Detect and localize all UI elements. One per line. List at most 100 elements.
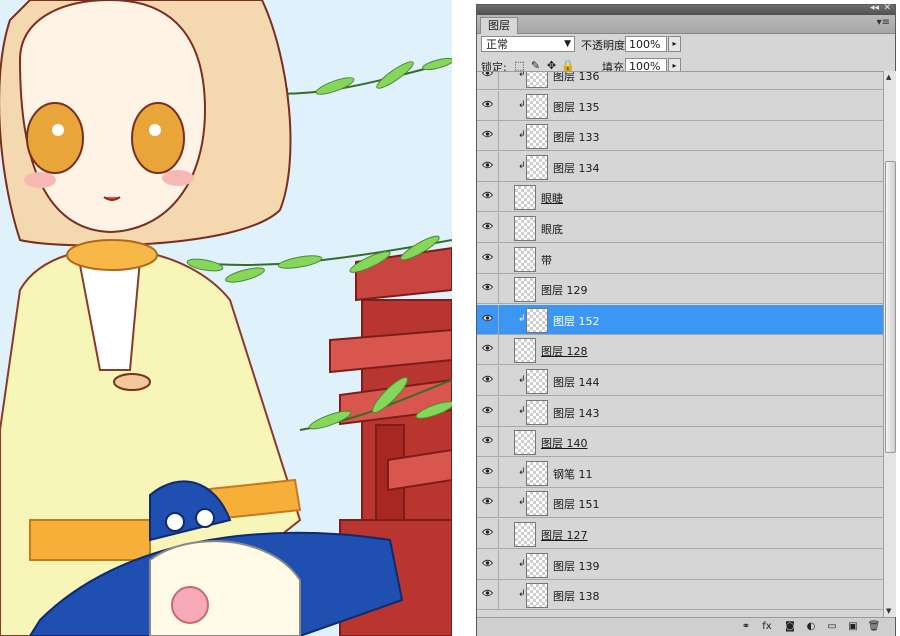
document-canvas[interactable] [0, 0, 452, 636]
layer-name: 图层 136 [553, 71, 600, 83]
visibility-toggle[interactable] [477, 90, 499, 120]
layer-thumbnail[interactable] [514, 246, 536, 272]
layer-thumbnail[interactable] [526, 399, 548, 425]
scrollbar-thumb[interactable] [885, 161, 896, 453]
adjustment-layer-icon[interactable]: ◐ [804, 620, 818, 634]
visibility-toggle[interactable] [477, 72, 499, 89]
visibility-toggle[interactable] [477, 213, 499, 242]
layer-thumbnail[interactable] [526, 369, 548, 394]
layer-row[interactable]: ↲ 图层 134 [477, 151, 883, 182]
layer-row[interactable]: ↲ 图层 143 [477, 396, 883, 427]
layer-name: 眼底 [541, 223, 563, 236]
layer-thumbnail[interactable] [526, 154, 548, 180]
add-mask-icon[interactable]: ◙ [783, 620, 797, 634]
layer-thumbnail[interactable] [526, 307, 548, 333]
layer-list-scrollbar[interactable]: ▲ ▼ [883, 71, 896, 617]
layer-name: 图层 134 [553, 161, 600, 175]
delete-layer-icon[interactable]: 🗑 [867, 620, 881, 634]
layer-thumbnail[interactable] [514, 277, 536, 303]
visibility-toggle[interactable] [477, 182, 499, 212]
layer-name: 眼睫 [541, 192, 563, 206]
layer-list[interactable]: ↲ 图层 136 ↲ 图层 135 ↲ 图层 133 ↲ 图层 134 眼睫 眼底带图层 129 ↲… [477, 71, 883, 618]
layer-row[interactable]: 图层 129 [477, 274, 883, 305]
visibility-toggle[interactable] [477, 304, 499, 334]
new-layer-icon[interactable]: ▣ [846, 620, 860, 634]
layer-row[interactable]: 眼底 [477, 213, 883, 243]
layer-thumbnail[interactable] [526, 124, 548, 150]
layer-row[interactable]: 图层 127 [477, 519, 883, 549]
visibility-toggle[interactable] [477, 519, 499, 548]
clipping-mask-arrow-icon: ↲ [518, 160, 526, 171]
layer-thumbnail[interactable] [526, 491, 548, 517]
visibility-toggle[interactable] [477, 549, 499, 579]
clipping-mask-arrow-icon: ↲ [518, 497, 526, 508]
visibility-toggle[interactable] [477, 243, 499, 273]
panel-menu-icon[interactable]: ▾≡ [877, 17, 890, 28]
layer-row[interactable]: ↲ 图层 138 [477, 580, 883, 611]
layer-thumbnail[interactable] [514, 522, 536, 547]
clipping-mask-arrow-icon: ↲ [518, 466, 526, 477]
layer-thumbnail[interactable] [514, 185, 536, 211]
eye-icon [482, 528, 493, 536]
eye-icon [482, 72, 493, 77]
layer-thumbnail[interactable] [514, 430, 536, 456]
layer-name: 图层 128 [541, 345, 588, 359]
visibility-toggle[interactable] [477, 427, 499, 457]
opacity-input[interactable]: 100% [625, 36, 667, 52]
visibility-toggle[interactable] [477, 151, 499, 181]
new-group-icon[interactable]: ▭ [825, 620, 839, 634]
visibility-toggle[interactable] [477, 580, 499, 610]
eye-icon [482, 100, 493, 107]
layer-name: 图层 140 [541, 437, 588, 451]
visibility-toggle[interactable] [477, 366, 499, 395]
eye-icon [482, 161, 493, 168]
layer-thumbnail[interactable] [514, 338, 536, 364]
illustration-artwork [0, 0, 452, 636]
layer-name: 图层 129 [541, 284, 588, 298]
layer-row[interactable]: ↲ 图层 152 [477, 304, 883, 335]
collapse-icon[interactable]: ◂◂ [870, 3, 879, 13]
clipping-mask-arrow-icon: ↲ [518, 130, 526, 141]
layer-row[interactable]: 图层 140 [477, 427, 883, 458]
visibility-toggle[interactable] [477, 121, 499, 151]
layer-thumbnail[interactable] [526, 460, 548, 486]
layer-row[interactable]: ↲ 图层 144 [477, 366, 883, 396]
visibility-toggle[interactable] [477, 488, 499, 518]
layer-row[interactable]: 图层 128 [477, 335, 883, 366]
clipping-mask-arrow-icon: ↲ [518, 99, 526, 110]
canvas-gap [452, 0, 476, 636]
scroll-down-arrow-icon[interactable]: ▼ [886, 607, 891, 615]
blend-mode-select[interactable]: 正常 ▼ [481, 36, 575, 52]
layer-thumbnail[interactable] [526, 72, 548, 88]
visibility-toggle[interactable] [477, 396, 499, 426]
layer-thumbnail[interactable] [514, 216, 536, 241]
layer-name: 钢笔 11 [553, 467, 593, 481]
layer-row[interactable]: ↲ 图层 136 [477, 71, 883, 90]
layer-row[interactable]: ↲ 图层 139 [477, 549, 883, 580]
link-layers-icon[interactable]: ⚭ [739, 620, 753, 634]
layer-row[interactable]: 眼睫 [477, 182, 883, 213]
layer-row[interactable]: ↲ 图层 151 [477, 488, 883, 519]
visibility-toggle[interactable] [477, 457, 499, 487]
panel-title-strip[interactable]: ◂◂ ✕ [477, 3, 895, 15]
layer-thumbnail[interactable] [526, 93, 548, 119]
layer-row[interactable]: ↲ 图层 135 [477, 90, 883, 121]
eye-icon [482, 314, 493, 321]
scroll-up-arrow-icon[interactable]: ▲ [886, 73, 891, 81]
layer-thumbnail[interactable] [526, 583, 548, 609]
eye-icon [482, 589, 493, 597]
layer-row[interactable]: ↲ 图层 133 [477, 121, 883, 152]
panel-tab-bar: 图层 ▾≡ [477, 15, 895, 34]
layer-name: 图层 143 [553, 406, 600, 420]
close-panel-icon[interactable]: ✕ [883, 3, 891, 13]
layer-style-fx-icon[interactable]: fx [760, 620, 774, 634]
visibility-toggle[interactable] [477, 274, 499, 304]
eye-icon [482, 283, 493, 291]
layer-thumbnail[interactable] [526, 552, 548, 578]
layer-row[interactable]: ↲ 钢笔 11 [477, 457, 883, 488]
tab-layers[interactable]: 图层 [480, 17, 518, 34]
eye-icon [482, 222, 493, 230]
visibility-toggle[interactable] [477, 335, 499, 365]
opacity-slider-button[interactable]: ▸ [668, 36, 681, 52]
layer-row[interactable]: 带 [477, 243, 883, 274]
